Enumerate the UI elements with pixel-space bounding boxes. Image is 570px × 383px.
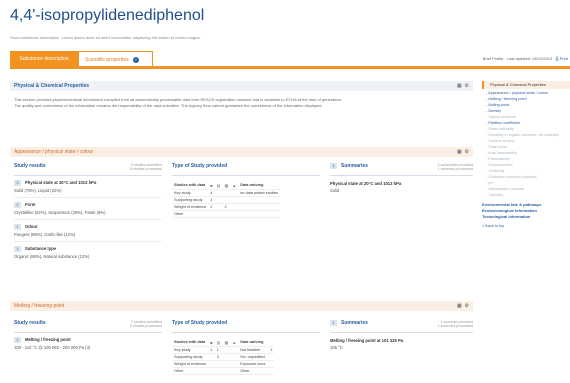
pdf-icon[interactable]: ▦: [457, 303, 462, 309]
summary-value: 105 °C: [330, 345, 343, 350]
table-header: Studies with data: [172, 182, 209, 190]
result-item: 1 Substance type Organic (88%), Natural s…: [14, 246, 90, 259]
appearance-header: Appearance / physical state / colour ▦ ⚙: [10, 147, 473, 157]
waiver-icon: ▲: [230, 339, 239, 347]
melting-title: Melting / freezing point: [14, 303, 65, 309]
studies-count: 7 studies submitted 5 studies processed: [130, 320, 162, 328]
summaries-count: 1 summary provided 1 summary processed: [437, 320, 473, 328]
substance-description: Short substance description. Lorem ipsum…: [10, 35, 201, 40]
sidebar-item[interactable]: - Viscosity: [482, 192, 570, 198]
count-badge[interactable]: 2: [14, 202, 21, 208]
summary-label: Melting / freezing point at 101 325 Pa: [330, 338, 404, 343]
document-icon: ▦: [222, 339, 231, 347]
pcp-title: Physical & Chemical Properties: [14, 83, 90, 89]
result-item: 3 Physical state at 20°C and 1013 hPa Sol…: [14, 180, 97, 193]
sidebar-nav: Physical & Chemical Properties - Appeara…: [482, 81, 570, 229]
appearance-title: Appearance / physical state / colour: [14, 149, 94, 155]
studies-count: 9 studies submitted 8 studies processed: [130, 163, 162, 171]
tab-scientific-properties[interactable]: Scientific properties?: [78, 51, 153, 67]
pcp-text-2: The quality and correctness of the infor…: [14, 103, 323, 108]
count-badge[interactable]: 3: [14, 180, 21, 186]
study-type-table: Studies with data ■ ▤ ▦ ▲ Data waiving K…: [172, 182, 280, 218]
page-title: 4,4'-isopropylidenediphenol: [10, 7, 205, 24]
table-row: Other: [172, 210, 280, 218]
back-to-top-link[interactable]: « Back to top: [482, 223, 570, 229]
print-link[interactable]: Print: [560, 56, 568, 61]
sidebar-head[interactable]: Physical & Chemical Properties: [482, 81, 570, 89]
pdf-icon[interactable]: ▦: [457, 149, 462, 155]
study-type-table: Studies with data ■ ▤ ▦ ▲ Data waiving K…: [172, 339, 275, 375]
melting-header: Melting / freezing point ▦ ⚙: [10, 301, 473, 311]
summaries-heading: Summaries: [341, 320, 368, 327]
count-badge[interactable]: 1: [14, 246, 21, 252]
supporting-study-icon: ▤: [214, 182, 223, 190]
count-badge[interactable]: 1: [14, 224, 21, 230]
tab-underline: [10, 66, 570, 69]
table-row: Weight of evidence 2 2: [172, 203, 280, 211]
study-results-heading: Study results: [14, 163, 46, 169]
table-header: Data waiving: [238, 339, 269, 347]
tab-bar: Substance description Scientific propert…: [10, 51, 153, 67]
result-item: 1 Odour Pungent (88%), Garlic-like (12%): [14, 224, 76, 237]
study-results-heading: Study results: [14, 320, 46, 326]
gear-icon[interactable]: ⚙: [465, 303, 469, 309]
count-badge[interactable]: 2: [14, 337, 21, 343]
summaries-heading: Summaries: [341, 163, 368, 170]
info-icon[interactable]: ?: [132, 56, 139, 63]
supporting-study-icon: ▤: [214, 339, 223, 347]
summaries-count: 2 summaries provided 1 summary processed: [437, 163, 473, 171]
summary-value: Solid: [330, 188, 340, 193]
table-row: Weight of evidence Exposure cons.: [172, 360, 275, 368]
table-row: Supporting study 1: [172, 196, 280, 204]
waiver-icon: ▲: [230, 182, 239, 190]
gear-icon[interactable]: ⚙: [465, 149, 469, 155]
sidebar-link-toxicological[interactable]: Toxicological information: [482, 214, 570, 220]
table-header: Data waiving: [238, 182, 280, 190]
pdf-icon[interactable]: ▦: [457, 83, 462, 89]
table-row: Key study 4 no data waiver studies: [172, 189, 280, 197]
table-row: Supporting study 3 Sci. unjustified: [172, 353, 275, 361]
summary-label: Physical state at 20°C and 1013 hPa: [330, 181, 402, 186]
table-header: Studies with data: [172, 339, 209, 347]
print-icon[interactable]: ⎙: [555, 56, 558, 61]
type-of-study-heading: Type of Study provided: [172, 163, 228, 169]
pcp-header: Physical & Chemical Properties ▦ ⚙: [10, 81, 473, 91]
gear-icon[interactable]: ⚙: [465, 83, 469, 89]
result-item: 2 Form Crystalline (62%), Suspension (29%…: [14, 202, 106, 215]
table-row: Other Other: [172, 367, 275, 375]
count-badge[interactable]: 1: [330, 320, 337, 326]
count-badge[interactable]: 2: [330, 163, 337, 169]
document-icon: ▦: [222, 182, 231, 190]
tab-substance-description[interactable]: Substance description: [10, 51, 78, 67]
table-row: Key study 1 1 Not feasible 1: [172, 346, 275, 354]
brief-profile: Brief Profile - Last updated: 08/12/2014…: [482, 56, 568, 61]
type-of-study-heading: Type of Study provided: [172, 320, 228, 326]
result-item: 2 Melting / freezing point 100 - 110 °C @…: [14, 337, 91, 350]
